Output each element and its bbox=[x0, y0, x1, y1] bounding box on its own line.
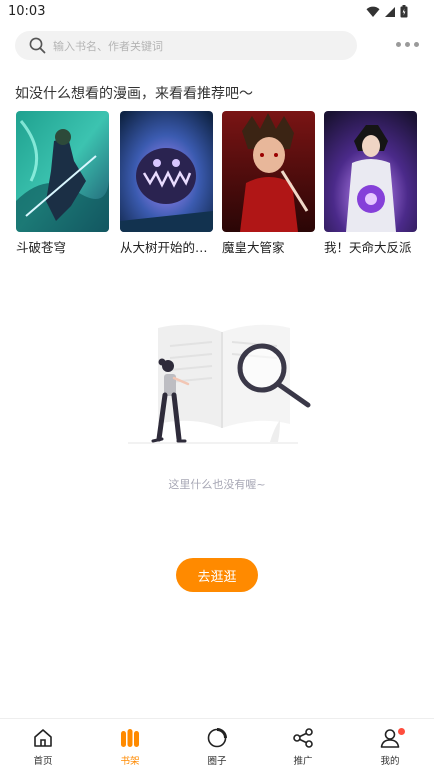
comic-cover[interactable] bbox=[324, 111, 417, 232]
battery-icon bbox=[400, 5, 408, 18]
search-icon bbox=[29, 37, 46, 54]
recommend-item[interactable]: 我！天命大反派 bbox=[324, 111, 417, 256]
status-bar: 10:03 bbox=[0, 0, 434, 26]
tab-label: 圈子 bbox=[207, 756, 227, 767]
bottom-tab-bar: 首页 书架 圈子 推广 我的 bbox=[0, 718, 434, 772]
tab-label: 我的 bbox=[380, 756, 400, 767]
home-icon bbox=[34, 729, 52, 747]
comic-cover[interactable] bbox=[120, 111, 213, 232]
comic-title: 从大树开始的进化 bbox=[120, 240, 213, 255]
status-time: 10:03 bbox=[8, 4, 46, 19]
tab-label: 首页 bbox=[33, 756, 53, 767]
tab-bookshelf[interactable]: 书架 bbox=[100, 726, 160, 767]
comic-cover[interactable] bbox=[222, 111, 315, 232]
circle-icon bbox=[207, 728, 227, 748]
comic-cover[interactable] bbox=[16, 111, 109, 232]
recommend-item[interactable]: 斗破苍穹 bbox=[16, 111, 109, 256]
empty-state-text: 这里什么也没有喔~ bbox=[168, 478, 266, 491]
go-browse-button[interactable]: 去逛逛 bbox=[176, 558, 258, 592]
signal-icon bbox=[385, 6, 395, 17]
tab-home[interactable]: 首页 bbox=[13, 726, 73, 767]
tab-label: 书架 bbox=[120, 756, 140, 767]
recommend-list: 斗破苍穹 从大树开始的进化 魔皇大管家 我！天命大反派 bbox=[16, 111, 420, 261]
empty-state-illustration bbox=[122, 318, 312, 453]
tab-label: 推广 bbox=[293, 756, 313, 767]
tab-promote[interactable]: 推广 bbox=[273, 726, 333, 767]
wifi-icon bbox=[366, 6, 380, 17]
comic-title: 我！天命大反派 bbox=[324, 240, 412, 255]
recommend-title: 如没什么想看的漫画，来看看推荐吧〜 bbox=[15, 86, 253, 102]
notification-badge-dot bbox=[398, 728, 405, 735]
recommend-item[interactable]: 从大树开始的进化 bbox=[120, 111, 213, 256]
comic-title: 魔皇大管家 bbox=[222, 240, 285, 255]
comic-title: 斗破苍穹 bbox=[16, 240, 67, 255]
status-icons bbox=[366, 5, 408, 18]
tab-profile[interactable]: 我的 bbox=[360, 726, 420, 767]
share-icon bbox=[293, 728, 313, 748]
tab-circle[interactable]: 圈子 bbox=[187, 726, 247, 767]
search-placeholder: 输入书名、作者关键词 bbox=[53, 40, 163, 53]
search-input[interactable]: 输入书名、作者关键词 bbox=[15, 31, 357, 60]
recommend-item[interactable]: 魔皇大管家 bbox=[222, 111, 315, 256]
bookshelf-icon bbox=[121, 729, 139, 747]
more-icon[interactable] bbox=[394, 37, 420, 51]
